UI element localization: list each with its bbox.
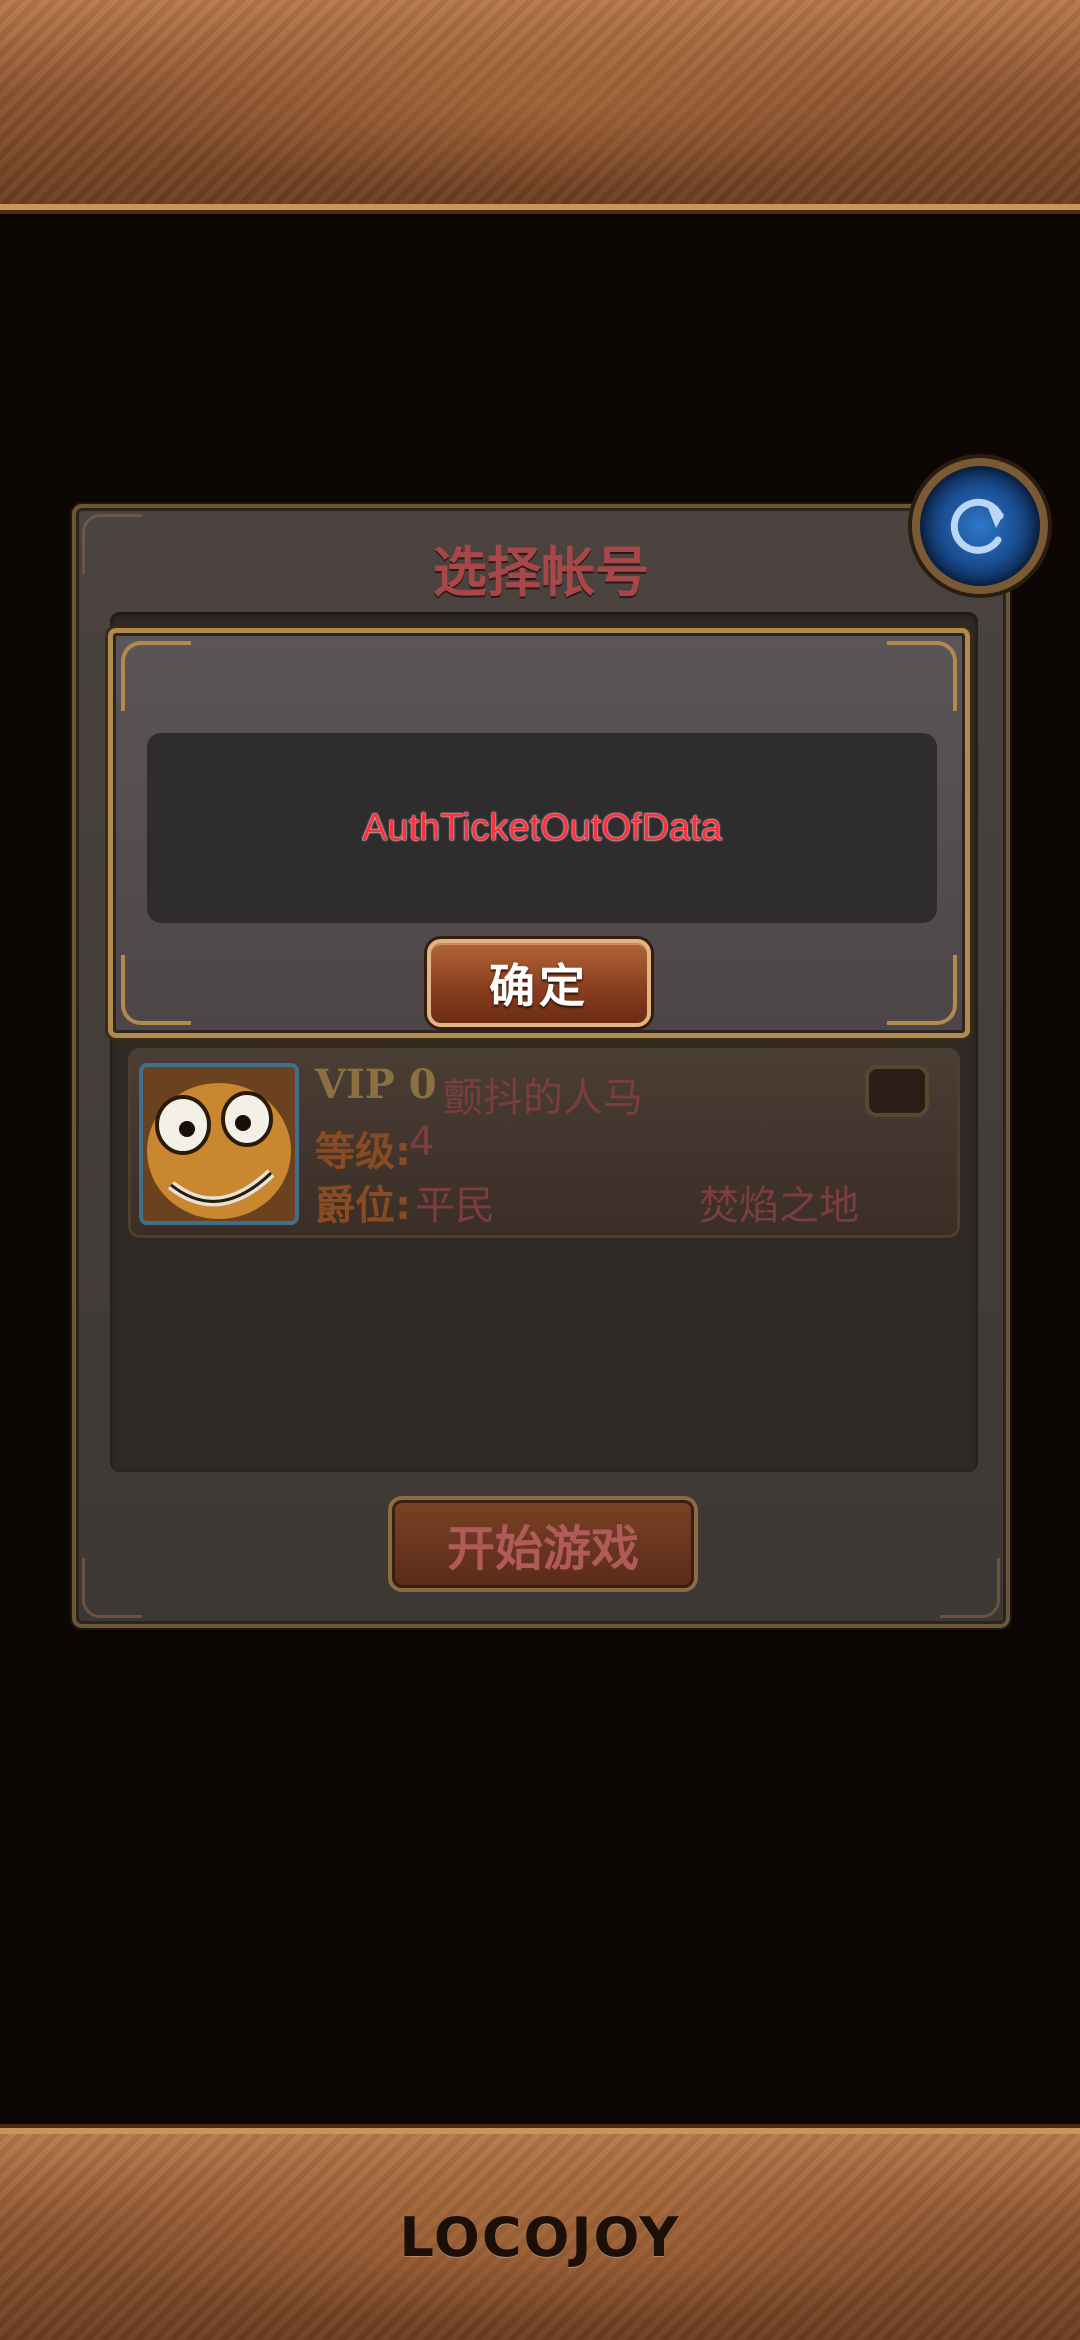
account-select-checkbox[interactable] bbox=[865, 1065, 929, 1117]
dialog-corner-ornament bbox=[887, 955, 957, 1025]
character-avatar-icon bbox=[143, 1067, 295, 1221]
avatar bbox=[139, 1063, 299, 1225]
dialog-corner-ornament bbox=[121, 641, 191, 711]
message-box: AuthTicketOutOfData bbox=[147, 733, 937, 923]
confirm-button[interactable]: 确定 bbox=[427, 939, 651, 1027]
server-name: 焚焰之地 bbox=[699, 1183, 859, 1229]
brand-logo: LOCOJOY bbox=[399, 2206, 681, 2269]
rank-value: 平民 bbox=[415, 1183, 495, 1229]
account-name: 颤抖的人马 bbox=[443, 1075, 643, 1121]
panel-title: 选择帐号 bbox=[433, 541, 649, 604]
error-dialog: AuthTicketOutOfData 确定 bbox=[108, 628, 970, 1038]
top-decor-bar bbox=[0, 0, 1080, 210]
dialog-corner-ornament bbox=[887, 641, 957, 711]
panel-corner-ornament bbox=[940, 1558, 1000, 1618]
start-game-button[interactable]: 开始游戏 bbox=[388, 1496, 698, 1592]
refresh-icon bbox=[950, 498, 1004, 554]
level-value: 4 bbox=[409, 1119, 435, 1165]
level-label: 等级: bbox=[315, 1129, 411, 1175]
panel-corner-ornament bbox=[82, 1558, 142, 1618]
account-row[interactable]: VIP 0 颤抖的人马 等级: 4 爵位: 平民 焚焰之地 bbox=[128, 1048, 960, 1238]
vip-level: VIP 0 bbox=[315, 1061, 437, 1108]
rank-label: 爵位: bbox=[315, 1183, 411, 1229]
refresh-button[interactable] bbox=[912, 458, 1048, 594]
error-message: AuthTicketOutOfData bbox=[362, 806, 722, 849]
dialog-corner-ornament bbox=[121, 955, 191, 1025]
